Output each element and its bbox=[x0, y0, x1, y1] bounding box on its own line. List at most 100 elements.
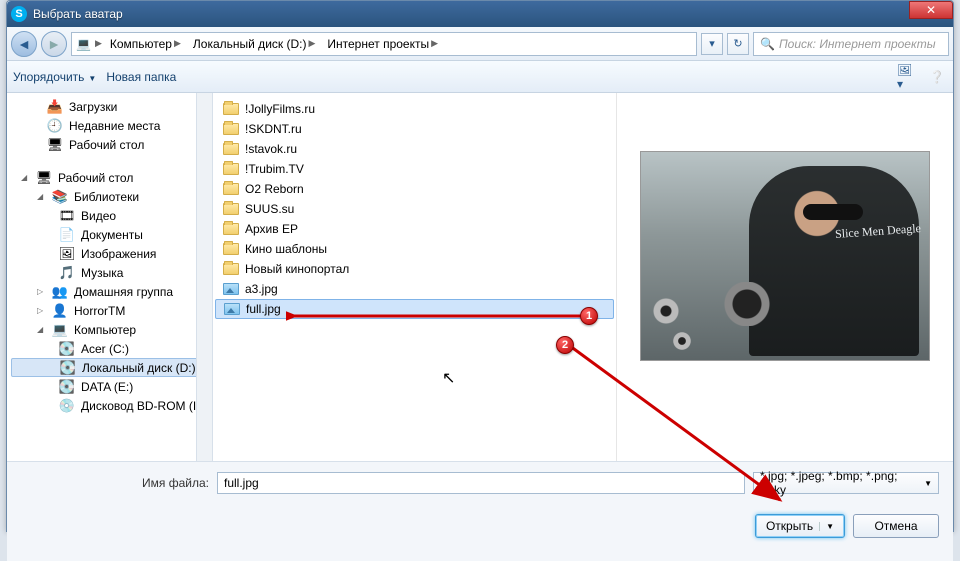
expand-icon[interactable]: ◢ bbox=[37, 325, 46, 334]
annotation-arrow-1 bbox=[286, 310, 586, 330]
image-file-icon bbox=[224, 301, 240, 317]
optical-icon: 💿 bbox=[59, 398, 75, 414]
open-split-icon[interactable]: ▼ bbox=[819, 522, 834, 531]
images-icon: 🖼 bbox=[59, 246, 75, 262]
file-name-label: !SKDNT.ru bbox=[245, 122, 302, 136]
file-name-label: Новый кинопортал bbox=[245, 262, 349, 276]
file-name-label: a3.jpg bbox=[245, 282, 278, 296]
expand-icon[interactable]: ◢ bbox=[21, 173, 30, 182]
close-button[interactable]: ✕ bbox=[909, 1, 953, 19]
window-title: Выбрать аватар bbox=[33, 7, 949, 21]
search-placeholder: Поиск: Интернет проекты bbox=[779, 37, 936, 51]
titlebar: S Выбрать аватар ✕ bbox=[7, 1, 953, 27]
folder-item[interactable]: Новый кинопортал bbox=[215, 259, 614, 279]
open-button[interactable]: Открыть▼ bbox=[755, 514, 845, 538]
file-name-label: Архив ЕР bbox=[245, 222, 298, 236]
file-name-label: Кино шаблоны bbox=[245, 242, 327, 256]
user-icon: 👤 bbox=[52, 303, 68, 319]
folder-item[interactable]: SUUS.su bbox=[215, 199, 614, 219]
sidebar-drive-d[interactable]: 💽Локальный диск (D:) bbox=[11, 358, 208, 377]
organize-menu[interactable]: Упорядочить▼ bbox=[13, 70, 96, 84]
view-mode-button[interactable]: 🖼▾ bbox=[897, 67, 917, 87]
sidebar-drive-c[interactable]: 💽Acer (C:) bbox=[7, 339, 212, 358]
sidebar-item-user[interactable]: ▷👤HorrorTM bbox=[7, 301, 212, 320]
sidebar-item-computer[interactable]: ◢💻Компьютер bbox=[7, 320, 212, 339]
video-icon: 🎞 bbox=[59, 208, 75, 224]
toolbar: Упорядочить▼ Новая папка 🖼▾ ❔ bbox=[7, 61, 953, 93]
folder-item[interactable]: O2 Reborn bbox=[215, 179, 614, 199]
desktop-icon: 🖥 bbox=[47, 137, 63, 153]
folder-icon bbox=[223, 141, 239, 157]
back-button[interactable]: ◄ bbox=[11, 31, 37, 57]
file-name-label: SUUS.su bbox=[245, 202, 294, 216]
chevron-down-icon: ▼ bbox=[924, 479, 932, 488]
folder-item[interactable]: Кино шаблоны bbox=[215, 239, 614, 259]
new-folder-button[interactable]: Новая папка bbox=[106, 70, 176, 84]
sidebar-item-documents[interactable]: 📄Документы bbox=[7, 225, 212, 244]
file-item[interactable]: a3.jpg bbox=[215, 279, 614, 299]
sidebar-item-music[interactable]: 🎵Музыка bbox=[7, 263, 212, 282]
folder-icon bbox=[223, 101, 239, 117]
breadcrumb-seg[interactable]: Интернет проекты▶ bbox=[323, 37, 442, 51]
folder-icon bbox=[223, 161, 239, 177]
folder-item[interactable]: !SKDNT.ru bbox=[215, 119, 614, 139]
bottom-panel: Имя файла: full.jpg *.jpg; *.jpeg; *.bmp… bbox=[7, 461, 953, 561]
search-input[interactable]: 🔍 Поиск: Интернет проекты bbox=[753, 32, 949, 56]
preview-image: Slice Men Deagle bbox=[640, 151, 930, 361]
folder-icon bbox=[223, 181, 239, 197]
breadcrumb-seg[interactable]: Локальный диск (D:)▶ bbox=[189, 37, 319, 51]
file-open-dialog: S Выбрать аватар ✕ ◄ ► 💻 ▶ Компьютер▶ Ло… bbox=[6, 0, 954, 532]
file-name-label: full.jpg bbox=[246, 302, 281, 316]
file-name-label: !Trubim.TV bbox=[245, 162, 304, 176]
sidebar-drive-bdrom[interactable]: 💿Дисковод BD-ROM (I bbox=[7, 396, 212, 415]
recent-locations-button[interactable]: ▾ bbox=[701, 33, 723, 55]
homegroup-icon: 👥 bbox=[52, 284, 68, 300]
filename-label: Имя файла: bbox=[21, 476, 209, 490]
search-icon: 🔍 bbox=[760, 37, 775, 51]
sidebar: 📥Загрузки 🕘Недавние места 🖥Рабочий стол … bbox=[7, 93, 213, 461]
folder-item[interactable]: Архив ЕР bbox=[215, 219, 614, 239]
image-file-icon bbox=[223, 281, 239, 297]
sidebar-drive-e[interactable]: 💽DATA (E:) bbox=[7, 377, 212, 396]
expand-icon[interactable]: ◢ bbox=[37, 192, 46, 201]
sidebar-header-desktop[interactable]: ◢🖥Рабочий стол bbox=[7, 168, 212, 187]
sidebar-item-downloads[interactable]: 📥Загрузки bbox=[7, 97, 212, 116]
help-button[interactable]: ❔ bbox=[927, 67, 947, 87]
folder-item[interactable]: !Trubim.TV bbox=[215, 159, 614, 179]
file-name-label: !JollyFilms.ru bbox=[245, 102, 315, 116]
forward-button[interactable]: ► bbox=[41, 31, 67, 57]
sidebar-header-libraries[interactable]: ◢📚Библиотеки bbox=[7, 187, 212, 206]
refresh-button[interactable]: ↻ bbox=[727, 33, 749, 55]
drive-icon: 💽 bbox=[59, 379, 75, 395]
breadcrumb-seg[interactable]: Компьютер▶ bbox=[106, 37, 185, 51]
address-bar[interactable]: 💻 ▶ Компьютер▶ Локальный диск (D:)▶ Инте… bbox=[71, 32, 697, 56]
file-list[interactable]: !JollyFilms.ru !SKDNT.ru !stavok.ru !Trubim… bbox=[213, 93, 617, 461]
sidebar-item-recent[interactable]: 🕘Недавние места bbox=[7, 116, 212, 135]
sidebar-item-images[interactable]: 🖼Изображения bbox=[7, 244, 212, 263]
music-icon: 🎵 bbox=[59, 265, 75, 281]
folder-icon bbox=[223, 201, 239, 217]
downloads-icon: 📥 bbox=[47, 99, 63, 115]
nav-row: ◄ ► 💻 ▶ Компьютер▶ Локальный диск (D:)▶ … bbox=[7, 27, 953, 61]
drive-icon: 💽 bbox=[60, 360, 76, 376]
file-name-label: O2 Reborn bbox=[245, 182, 304, 196]
recent-icon: 🕘 bbox=[47, 118, 63, 134]
cancel-button[interactable]: Отмена bbox=[853, 514, 939, 538]
libraries-icon: 📚 bbox=[52, 189, 68, 205]
skype-icon: S bbox=[11, 6, 27, 22]
folder-icon bbox=[223, 261, 239, 277]
annotation-marker-1: 1 bbox=[580, 307, 598, 325]
computer-icon: 💻 bbox=[76, 37, 91, 51]
computer-icon: 💻 bbox=[52, 322, 68, 338]
folder-icon bbox=[223, 241, 239, 257]
sidebar-item-homegroup[interactable]: ▷👥Домашняя группа bbox=[7, 282, 212, 301]
drive-icon: 💽 bbox=[59, 341, 75, 357]
sidebar-item-desktop[interactable]: 🖥Рабочий стол bbox=[7, 135, 212, 154]
sidebar-scrollbar[interactable] bbox=[196, 93, 212, 461]
documents-icon: 📄 bbox=[59, 227, 75, 243]
sidebar-item-video[interactable]: 🎞Видео bbox=[7, 206, 212, 225]
folder-icon bbox=[223, 221, 239, 237]
folder-item[interactable]: !JollyFilms.ru bbox=[215, 99, 614, 119]
folder-item[interactable]: !stavok.ru bbox=[215, 139, 614, 159]
file-name-label: !stavok.ru bbox=[245, 142, 297, 156]
